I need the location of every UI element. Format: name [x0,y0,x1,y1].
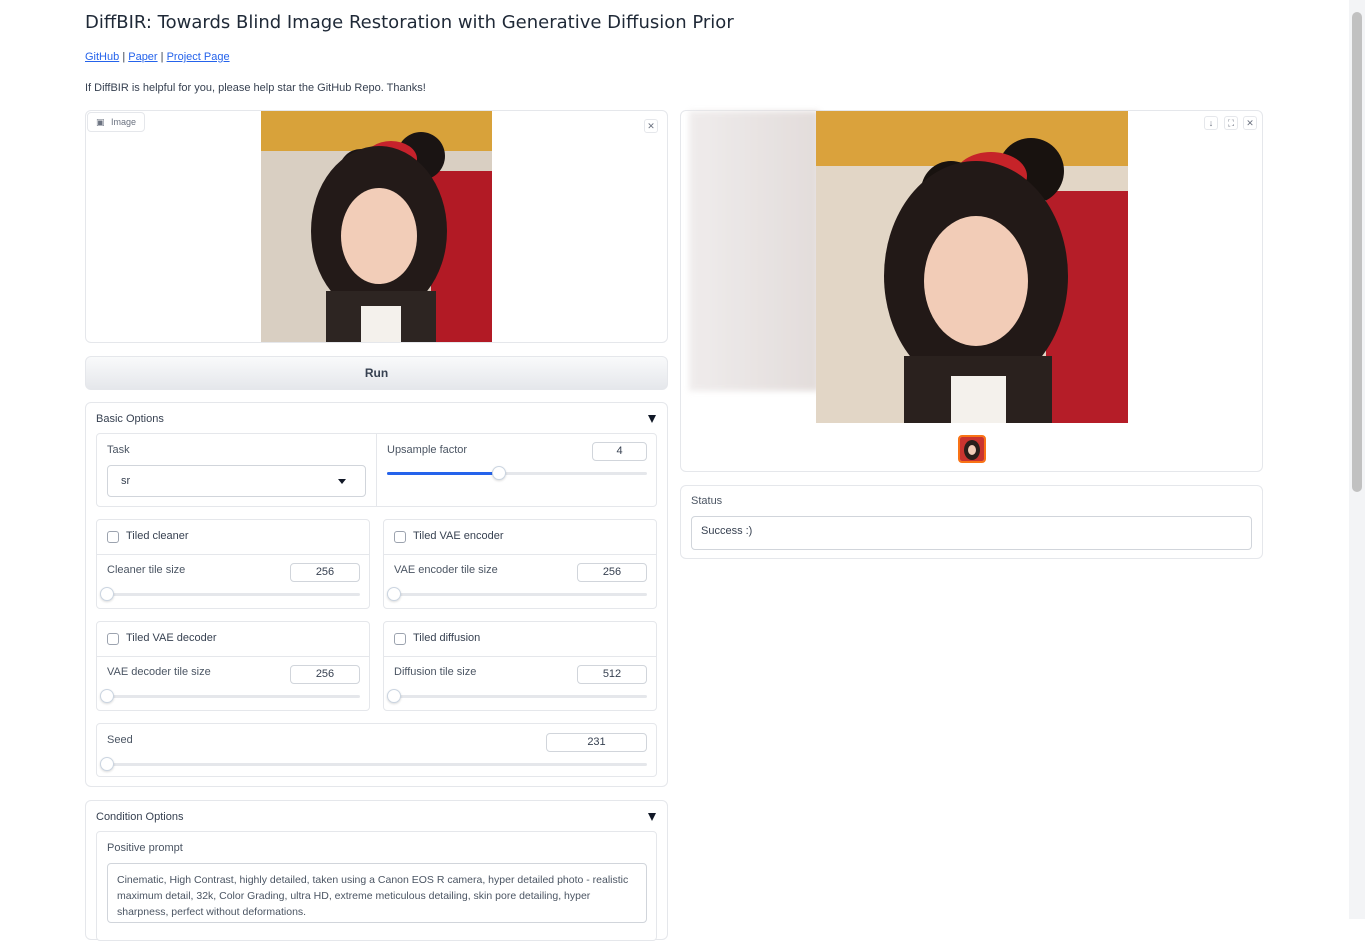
vae-decoder-tile-label: VAE decoder tile size [107,666,211,678]
divider [97,656,369,657]
image-icon: ▣ [96,117,105,127]
tiled-cleaner-checkbox[interactable] [107,531,119,543]
image-badge: ▣ Image [87,112,146,132]
vae-decoder-tile-number-input[interactable]: 256 [290,665,360,684]
upsample-slider-handle[interactable] [491,466,506,480]
upsample-number-input[interactable]: 4 [592,442,647,461]
header-links: GitHub | Paper | Project Page [85,51,230,63]
divider [97,554,369,555]
diffusion-tile-label: Diffusion tile size [394,666,477,678]
output-gallery-panel: ↓ ⛶ ✕ [680,110,1263,472]
output-image-blur-backdrop [689,111,819,391]
vae-encoder-tile-number-input[interactable]: 256 [577,563,647,582]
scrollbar-thumb[interactable] [1352,12,1362,492]
status-textbox[interactable]: Success :) [691,516,1252,550]
task-label: Task [107,444,130,456]
page-title: DiffBIR: Towards Blind Image Restoration… [85,12,734,33]
status-panel: Status Success :) [680,485,1263,559]
task-dropdown[interactable]: sr [107,465,366,497]
tiled-diffusion-checkbox[interactable] [394,633,406,645]
upsample-slider-track[interactable] [387,466,647,480]
link-separator: | [160,51,164,63]
tiled-cleaner-label: Tiled cleaner [126,530,189,542]
condition-options-panel: Condition Options Positive prompt Cinema… [85,800,668,941]
page-scrollbar[interactable] [1349,0,1365,919]
upsample-label: Upsample factor [387,444,468,456]
vae-encoder-tile-label: VAE encoder tile size [394,564,498,576]
tiled-diffusion-group: Tiled diffusion Diffusion tile size 512 [383,621,657,711]
gallery-thumbnail[interactable] [958,435,986,463]
download-icon[interactable]: ↓ [1204,116,1218,130]
seed-slider-track[interactable] [100,757,647,771]
vae-decoder-tile-slider-handle[interactable] [100,689,114,703]
collapse-triangle-icon[interactable] [648,415,656,423]
positive-prompt-textarea[interactable]: Cinematic, High Contrast, highly detaile… [107,863,647,923]
tiled-vae-decoder-checkbox[interactable] [107,633,119,645]
positive-prompt-group: Positive prompt Cinematic, High Contrast… [96,831,657,941]
project-page-link[interactable]: Project Page [167,51,230,63]
seed-slider-handle[interactable] [100,757,114,771]
task-upsample-group: Task sr Upsample factor 4 [96,433,657,507]
seed-label: Seed [107,734,133,746]
group-divider [376,434,377,506]
output-image[interactable] [816,111,1128,423]
cleaner-tile-label: Cleaner tile size [107,564,186,576]
vae-encoder-tile-slider-handle[interactable] [387,587,401,601]
input-image-panel[interactable]: ▣ Image ✕ [85,110,668,343]
basic-options-panel: Basic Options Task sr Upsample factor 4 … [85,402,668,787]
cleaner-tile-number-input[interactable]: 256 [290,563,360,582]
tiled-vae-decoder-label: Tiled VAE decoder [126,632,217,644]
input-image [261,111,492,342]
helper-text: If DiffBIR is helpful for you, please he… [85,82,426,94]
collapse-triangle-icon[interactable] [648,813,656,821]
condition-options-title[interactable]: Condition Options [96,811,183,823]
seed-group: Seed 231 [96,723,657,777]
github-link[interactable]: GitHub [85,51,119,63]
tiled-cleaner-group: Tiled cleaner Cleaner tile size 256 [96,519,370,609]
upsample-slider-fill [387,472,499,475]
diffusion-tile-number-input[interactable]: 512 [577,665,647,684]
paper-link[interactable]: Paper [128,51,157,63]
image-badge-label: Image [111,117,137,127]
tiled-vae-encoder-label: Tiled VAE encoder [413,530,504,542]
tiled-diffusion-label: Tiled diffusion [413,632,481,644]
cleaner-tile-slider-handle[interactable] [100,587,114,601]
fullscreen-icon[interactable]: ⛶ [1224,116,1238,130]
link-separator: | [122,51,126,63]
tiled-vae-decoder-group: Tiled VAE decoder VAE decoder tile size … [96,621,370,711]
basic-options-title[interactable]: Basic Options [96,413,164,425]
status-label: Status [691,495,723,507]
divider [384,656,656,657]
close-icon[interactable]: ✕ [1243,116,1257,130]
tiled-vae-encoder-group: Tiled VAE encoder VAE encoder tile size … [383,519,657,609]
close-icon[interactable]: ✕ [644,119,658,133]
vae-encoder-tile-slider-track[interactable] [387,587,647,601]
chevron-down-icon [338,479,346,484]
divider [384,554,656,555]
positive-prompt-label: Positive prompt [107,842,183,854]
vae-decoder-tile-slider-track[interactable] [100,689,360,703]
diffusion-tile-slider-track[interactable] [387,689,647,703]
seed-number-input[interactable]: 231 [546,733,647,752]
task-value: sr [121,475,131,487]
diffusion-tile-slider-handle[interactable] [387,689,401,703]
run-button[interactable]: Run [85,356,668,390]
cleaner-tile-slider-track[interactable] [100,587,360,601]
tiled-vae-encoder-checkbox[interactable] [394,531,406,543]
